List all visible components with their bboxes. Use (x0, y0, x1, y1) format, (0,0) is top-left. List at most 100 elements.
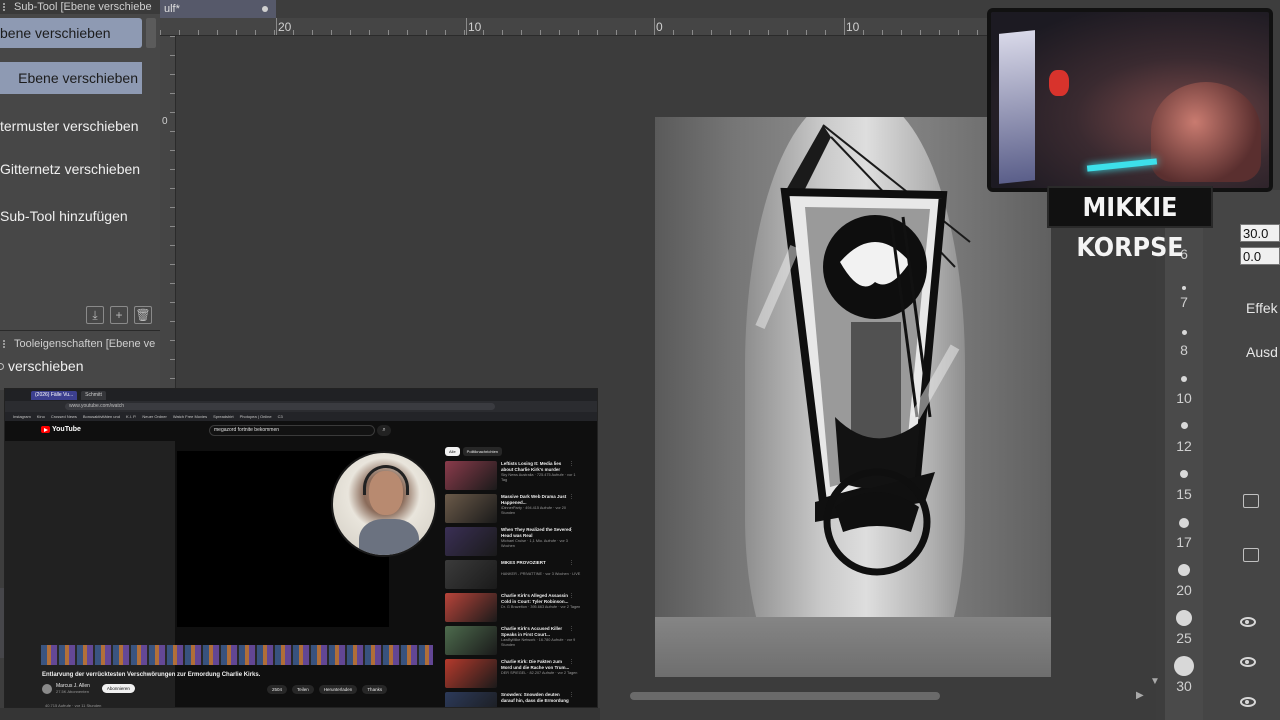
recommendation-title[interactable]: Snowden: Snowden deuten darauf hin, dass… (501, 692, 573, 703)
thanks-button[interactable]: Thanks (362, 685, 388, 694)
share-button[interactable]: Teilen (292, 685, 314, 694)
recommendation-item[interactable]: When They Realized the Severed Head was … (445, 527, 595, 557)
subscribe-button[interactable]: Abonnieren (101, 684, 135, 693)
brush-dot[interactable] (1181, 422, 1188, 429)
more-options-icon[interactable]: ⋮ (569, 527, 574, 533)
trash-icon[interactable]: 🗑 (134, 306, 152, 324)
recommendation-thumbnail[interactable] (445, 560, 497, 589)
recommendation-thumbnail[interactable] (445, 494, 497, 523)
brush-dot[interactable] (1182, 286, 1186, 290)
recommendation-title[interactable]: Leftists Losing It: Media lies about Cha… (501, 461, 573, 472)
more-options-icon[interactable]: ⋮ (569, 659, 574, 665)
more-options-icon[interactable]: ⋮ (569, 626, 574, 632)
add-icon[interactable]: + (110, 306, 128, 324)
youtube-logo[interactable]: YouTube (41, 426, 81, 433)
brush-dot[interactable] (1176, 610, 1192, 626)
more-options-icon[interactable]: ⋮ (569, 593, 574, 599)
bookmark-item[interactable]: C3 (278, 414, 283, 419)
panel-grip-icon[interactable] (3, 3, 9, 11)
recommendation-item[interactable]: Charlie Kirk's Alleged Assassin Cold in … (445, 593, 595, 623)
subtool-item-grid-move[interactable]: Gitternetz verschieben (0, 155, 142, 183)
scroll-right-icon[interactable]: ▶ (1136, 690, 1144, 701)
browser-tab[interactable]: Schmitt (81, 390, 106, 400)
recommendation-thumbnail[interactable] (445, 659, 497, 688)
value-input-1[interactable]: 30.0 (1240, 224, 1280, 242)
recommendation-title[interactable]: Charlie Kirk: Die Fakten zum Mord und di… (501, 659, 573, 670)
recommendation-item[interactable]: Leftists Losing It: Media lies about Cha… (445, 461, 595, 491)
brush-dot[interactable] (1180, 470, 1188, 478)
value-input-2[interactable]: 0.0 (1240, 247, 1280, 265)
bookmark-item[interactable]: Watch Free Movies (173, 414, 207, 419)
brush-size-7[interactable]: 7 (1165, 294, 1203, 310)
brush-size-10[interactable]: 10 (1165, 390, 1203, 406)
canvas-image[interactable] (655, 117, 1051, 677)
recommendation-title[interactable]: Massive Dark Web Drama Just Happened... (501, 494, 573, 505)
subtool-item-pattern-move[interactable]: termuster verschieben (0, 112, 142, 140)
recommendation-thumbnail[interactable] (445, 527, 497, 556)
youtube-overlay: (2026) Fälle Vu... Schmitt www.youtube.c… (4, 388, 598, 708)
more-options-icon[interactable]: ⋮ (569, 692, 574, 698)
bookmark-item[interactable]: Instagram (13, 414, 31, 419)
tab-close-icon[interactable] (262, 6, 268, 12)
bookmark-item[interactable]: K.I. P. (126, 414, 136, 419)
brush-dot[interactable] (1174, 656, 1194, 676)
search-icon[interactable]: ⌕ (377, 425, 391, 436)
brush-size-15[interactable]: 15 (1165, 486, 1203, 502)
recommendation-item[interactable]: Charlie Kirk's Accused Killer Speaks in … (445, 626, 595, 656)
panel-grip-icon[interactable] (3, 340, 9, 348)
recommendation-thumbnail[interactable] (445, 593, 497, 622)
bookmark-item[interactable]: Neuer Ordner (142, 414, 166, 419)
document-tab[interactable]: ulf* (160, 0, 276, 18)
recommendation-item[interactable]: MIKES PROVOZIERT HANKER - PRIVATTINE · vo… (445, 560, 595, 590)
eye-icon[interactable] (1240, 657, 1256, 667)
more-options-icon[interactable]: ⋮ (569, 461, 574, 467)
recommendation-title[interactable]: Charlie Kirk's Accused Killer Speaks in … (501, 626, 573, 637)
brush-dot[interactable] (1181, 376, 1187, 382)
bookmark-item[interactable]: Photopea | Online (240, 414, 272, 419)
subtool-item-move-layer[interactable]: bene verschieben (0, 18, 142, 48)
brush-size-25[interactable]: 25 (1165, 630, 1203, 646)
recommendation-item[interactable]: Massive Dark Web Drama Just Happened... i… (445, 494, 595, 524)
brush-dot[interactable] (1182, 330, 1187, 335)
recommendation-thumbnail[interactable] (445, 692, 497, 707)
subtool-item-label: Ebene verschieben (18, 70, 138, 86)
recommendation-title[interactable]: Charlie Kirk's Alleged Assassin Cold in … (501, 593, 573, 604)
bookmark-item[interactable]: Spreadshirt (213, 414, 233, 419)
chip-all[interactable]: Alle (445, 447, 460, 456)
bookmark-item[interactable]: Bonusaktivitäten und (83, 414, 120, 419)
more-options-icon[interactable]: ⋮ (569, 560, 574, 566)
brush-size-17[interactable]: 17 (1165, 534, 1203, 550)
brush-size-8[interactable]: 8 (1165, 342, 1203, 358)
subtool-item-ebene-verschieben[interactable]: Ebene verschieben (0, 62, 142, 94)
browser-tab[interactable]: (2026) Fälle Vu... (31, 390, 78, 400)
export-icon[interactable]: ⤓ (86, 306, 104, 324)
brush-dot[interactable] (1178, 564, 1190, 576)
bookmark-item[interactable]: Kino (37, 414, 45, 419)
recommendation-thumbnail[interactable] (445, 626, 497, 655)
channel-avatar[interactable] (42, 683, 52, 694)
recommendation-title[interactable]: When They Realized the Severed Head was … (501, 527, 573, 538)
recommendation-thumbnail[interactable] (445, 461, 497, 490)
recommendation-title[interactable]: MIKES PROVOZIERT (501, 560, 573, 566)
youtube-search-input[interactable]: megazord fortnite bekommen (209, 425, 375, 436)
like-button[interactable]: 2504 (267, 685, 288, 694)
recommendation-item[interactable]: Snowden: Snowden deuten darauf hin, dass… (445, 692, 595, 707)
chip-politics[interactable]: Politiknachrichten (462, 447, 503, 456)
url-field[interactable]: www.youtube.com/watch (65, 403, 495, 410)
scroll-down-icon[interactable]: ▼ (1150, 676, 1160, 687)
subtool-scrollbar[interactable] (146, 18, 156, 48)
brush-size-12[interactable]: 12 (1165, 438, 1203, 454)
brush-size-30[interactable]: 30 (1165, 678, 1203, 694)
brush-size-20[interactable]: 20 (1165, 582, 1203, 598)
eye-icon[interactable] (1240, 697, 1256, 707)
eye-icon[interactable] (1240, 617, 1256, 627)
bookmark-item[interactable]: Crossed News (51, 414, 77, 419)
horizontal-scrollbar[interactable] (630, 692, 940, 700)
more-options-icon[interactable]: ⋮ (569, 494, 574, 500)
brush-dot[interactable] (1179, 518, 1189, 528)
recommendation-item[interactable]: Charlie Kirk: Die Fakten zum Mord und di… (445, 659, 595, 689)
layer-thumbnail-icon[interactable] (1243, 494, 1259, 508)
layer-mask-icon[interactable] (1243, 548, 1259, 562)
subtool-item-add-subtool[interactable]: Sub-Tool hinzufügen (0, 202, 142, 230)
download-button[interactable]: Herunterladen (318, 685, 358, 694)
